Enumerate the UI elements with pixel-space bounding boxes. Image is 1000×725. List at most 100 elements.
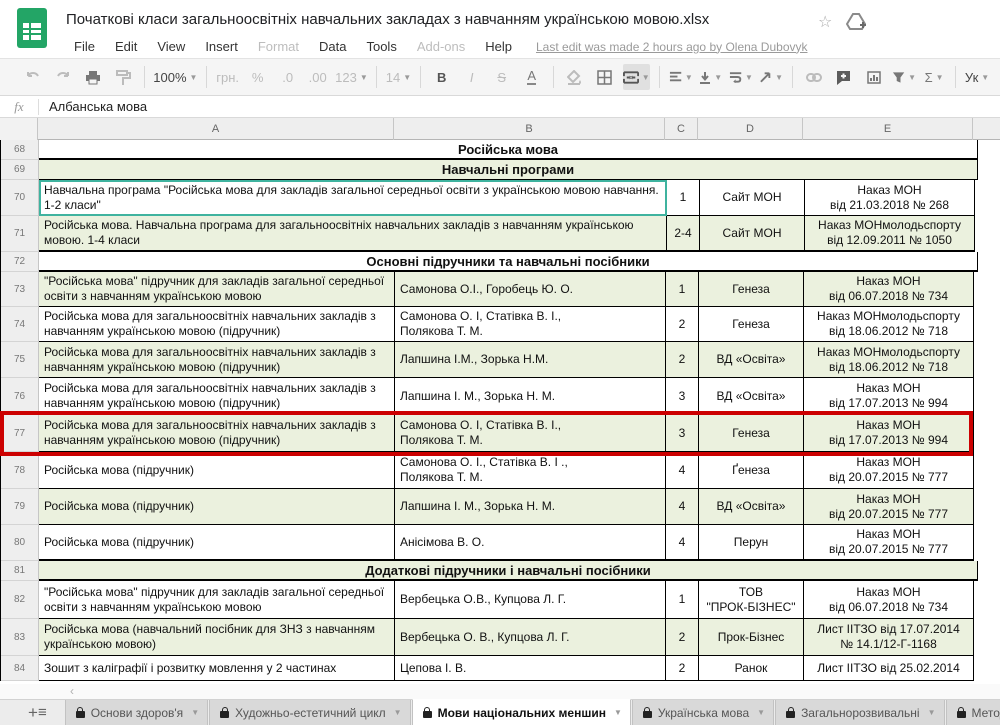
row-header-75[interactable]: 75 <box>1 342 39 378</box>
grid-cell[interactable]: 2 <box>666 656 699 681</box>
grid-cell[interactable]: Російська мова (підручник) <box>39 525 395 561</box>
all-sheets-icon[interactable]: ≡ <box>38 700 47 725</box>
text-wrap-icon[interactable]: ▼ <box>729 64 753 90</box>
grid-cell[interactable]: Перун <box>699 525 804 561</box>
grid-cell[interactable]: 1 <box>667 180 700 216</box>
merge-cells-icon[interactable]: ▼ <box>623 64 650 90</box>
grid-cell[interactable]: Навчальні програми <box>39 160 978 180</box>
grid-cell[interactable]: Лапшина І. М., Зорька Н. М. <box>395 489 666 525</box>
grid-cell[interactable]: Прок-Бізнес <box>699 619 804 656</box>
grid-cell[interactable]: Сайт МОН <box>700 180 805 216</box>
column-header-b[interactable]: B <box>394 118 665 140</box>
chevron-down-icon[interactable]: ▼ <box>191 708 199 717</box>
grid-cell[interactable]: Наказ МОН від 20.07.2015 № 777 <box>804 489 974 525</box>
sheet-tab-inactive[interactable]: Художньо-естетичний цикл▼ <box>209 700 410 725</box>
grid-cell[interactable]: Генеза <box>699 272 804 307</box>
grid-cell[interactable]: ТОВ "ПРОК-БІЗНЕС" <box>699 581 804 619</box>
grid-cell[interactable]: Зошит з каліграфії і розвитку мовлення у… <box>39 656 395 681</box>
grid-cell[interactable]: Наказ МОНмолодьспорту від 18.06.2012 № 7… <box>804 342 974 378</box>
row-header-79[interactable]: 79 <box>1 489 39 525</box>
row-header-76[interactable]: 76 <box>1 378 39 415</box>
text-color-button[interactable]: A <box>520 64 544 90</box>
grid-cell[interactable]: Самонова О. І., Статівка В. І ., Поляков… <box>395 452 666 489</box>
menu-help[interactable]: Help <box>475 37 522 56</box>
grid-cell[interactable]: 2 <box>666 619 699 656</box>
row-header-77[interactable]: 77 <box>1 415 39 452</box>
row-header-83[interactable]: 83 <box>1 619 39 656</box>
menu-tools[interactable]: Tools <box>356 37 406 56</box>
sheet-tab-inactive[interactable]: Українська мова▼ <box>632 700 774 725</box>
star-icon[interactable]: ☆ <box>818 12 832 32</box>
grid-cell[interactable]: Навчальна програма "Російська мова для з… <box>39 180 667 216</box>
grid-cell[interactable]: Самонова О. І, Статівка В. І., Полякова … <box>395 415 666 452</box>
grid-cell[interactable]: ВД «Освіта» <box>699 342 804 378</box>
row-header-81[interactable]: 81 <box>1 561 39 581</box>
text-rotation-icon[interactable]: ▼ <box>759 64 783 90</box>
chevron-down-icon[interactable]: ▼ <box>928 708 936 717</box>
grid-cell[interactable]: Ранок <box>699 656 804 681</box>
sheet-tab-active[interactable]: Мови національних меншин▼ <box>412 699 631 725</box>
horizontal-align-icon[interactable]: ▼ <box>669 64 693 90</box>
grid-cell[interactable]: Наказ МОН від 20.07.2015 № 777 <box>804 452 974 489</box>
grid-cell[interactable]: Російська мова. Навчальна програма для з… <box>39 216 667 252</box>
horizontal-scrollbar[interactable]: ‹ <box>0 684 1000 699</box>
sheet-tab-inactive[interactable]: Методична▼ <box>946 700 1000 725</box>
input-tools-button[interactable]: Ук▼ <box>965 64 989 90</box>
grid-cell[interactable]: Російська мова <box>39 140 978 160</box>
row-header-78[interactable]: 78 <box>1 452 39 489</box>
grid-cell[interactable]: Генеза <box>699 415 804 452</box>
grid-cell[interactable]: Ґенеза <box>699 452 804 489</box>
grid-cell[interactable]: Основні підручники та навчальні посібник… <box>39 252 978 272</box>
grid-cell[interactable]: Цепова І. В. <box>395 656 666 681</box>
grid-cell[interactable]: Наказ МОНмолодьспорту від 18.06.2012 № 7… <box>804 307 974 342</box>
grid-cell[interactable]: 3 <box>666 378 699 415</box>
row-header-69[interactable]: 69 <box>1 160 39 180</box>
row-header-82[interactable]: 82 <box>1 581 39 619</box>
borders-icon[interactable] <box>593 64 617 90</box>
grid-cell[interactable]: Вербецька О. В., Купцова Л. Г. <box>395 619 666 656</box>
grid-cell[interactable]: Російська мова (навчальний посібник для … <box>39 619 395 656</box>
row-header-68[interactable]: 68 <box>1 140 39 160</box>
grid-cell[interactable]: Генеза <box>699 307 804 342</box>
add-sheet-button[interactable]: + <box>28 700 38 725</box>
menu-data[interactable]: Data <box>309 37 356 56</box>
row-header-70[interactable]: 70 <box>1 180 39 216</box>
grid-cell[interactable]: Наказ МОН від 17.07.2013 № 994 <box>804 378 974 415</box>
menu-view[interactable]: View <box>147 37 195 56</box>
grid-cell[interactable]: 2-4 <box>667 216 700 252</box>
grid-cell[interactable]: Лист ІІТЗО від 17.07.2014 № 14.1/12-Г-11… <box>804 619 974 656</box>
chevron-down-icon[interactable]: ▼ <box>614 708 622 717</box>
formula-bar-value[interactable]: Албанська мова <box>39 99 147 114</box>
row-header-73[interactable]: 73 <box>1 272 39 307</box>
grid-cell[interactable]: 4 <box>666 452 699 489</box>
row-header-71[interactable]: 71 <box>1 216 39 252</box>
grid-cell[interactable]: Додаткові підручники і навчальні посібни… <box>39 561 978 581</box>
grid-cell[interactable]: 3 <box>666 415 699 452</box>
grid-cell[interactable]: 4 <box>666 489 699 525</box>
grid-cell[interactable]: "Російська мова" підручник для закладів … <box>39 272 395 307</box>
grid-cell[interactable]: Лапшина І. М., Зорька Н. М. <box>395 378 666 415</box>
menu-edit[interactable]: Edit <box>105 37 147 56</box>
column-header-c[interactable]: C <box>665 118 698 140</box>
grid-cell[interactable]: Російська мова (підручник) <box>39 452 395 489</box>
insert-chart-icon[interactable] <box>862 64 886 90</box>
grid-cell[interactable]: 1 <box>666 581 699 619</box>
last-edit-link[interactable]: Last edit was made 2 hours ago by Olena … <box>536 40 808 54</box>
grid-cell[interactable]: "Російська мова" підручник для закладів … <box>39 581 395 619</box>
grid-cell[interactable]: Наказ МОН від 21.03.2018 № 268 <box>805 180 975 216</box>
grid-cell[interactable]: Сайт МОН <box>700 216 805 252</box>
functions-button[interactable]: Σ▼ <box>922 64 946 90</box>
filter-icon[interactable]: ▼ <box>892 64 916 90</box>
grid-cell[interactable]: 2 <box>666 342 699 378</box>
chevron-down-icon[interactable]: ▼ <box>757 708 765 717</box>
grid-cell[interactable]: Наказ МОН від 06.07.2018 № 734 <box>804 581 974 619</box>
grid-cell[interactable]: Російська мова для загальноосвітніх навч… <box>39 342 395 378</box>
sheet-tab-inactive[interactable]: Загальнорозвивальні▼ <box>775 700 944 725</box>
vertical-align-icon[interactable]: ▼ <box>699 64 723 90</box>
chevron-down-icon[interactable]: ▼ <box>394 708 402 717</box>
grid-cell[interactable]: Наказ МОН від 20.07.2015 № 777 <box>804 525 974 561</box>
grid-cell[interactable]: ВД «Освіта» <box>699 489 804 525</box>
add-to-drive-icon[interactable] <box>846 13 866 31</box>
row-header-74[interactable]: 74 <box>1 307 39 342</box>
grid-cell[interactable]: 4 <box>666 525 699 561</box>
